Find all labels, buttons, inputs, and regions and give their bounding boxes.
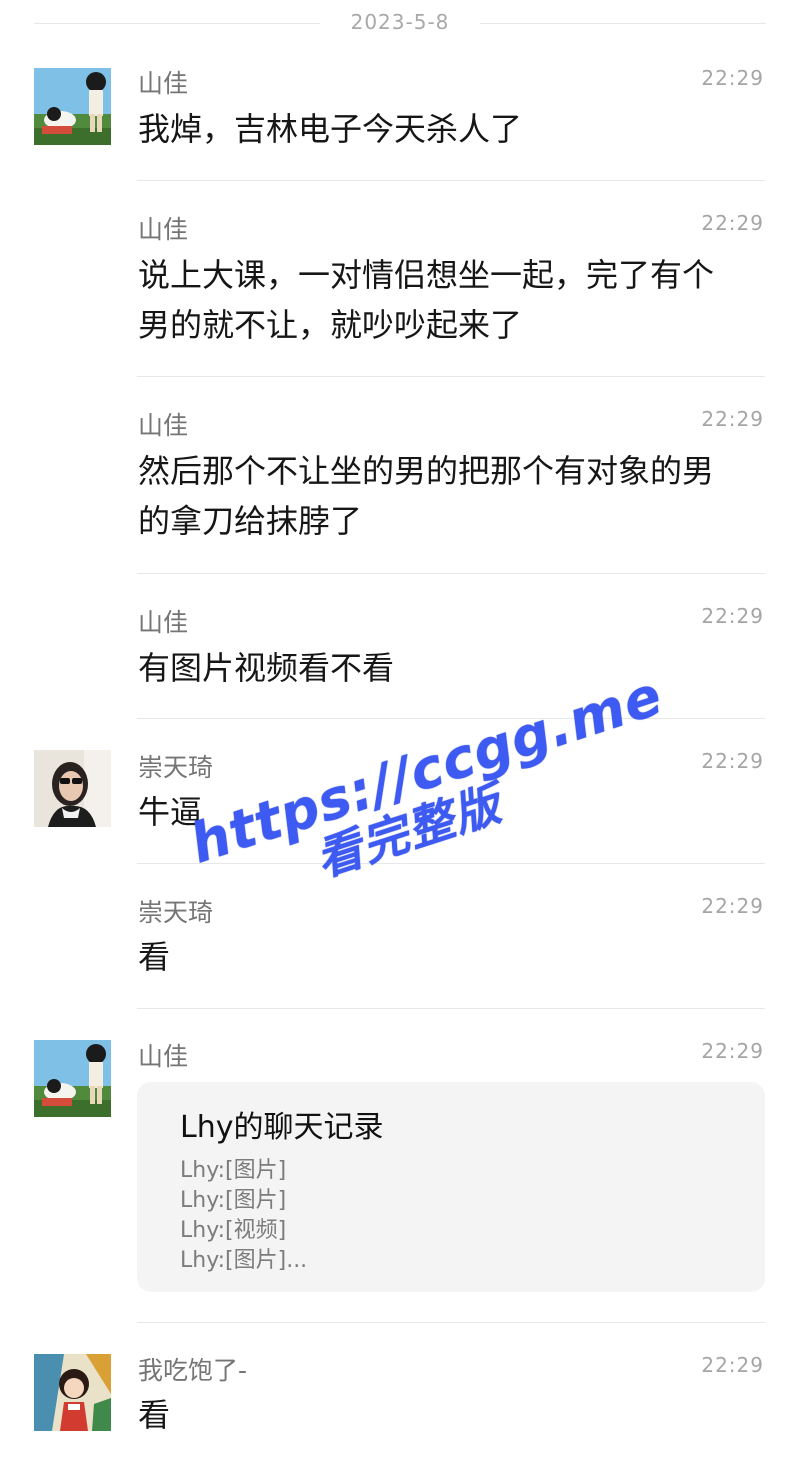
message-time: 22:29	[701, 749, 764, 773]
chat-record-line: Lhy:[图片]	[180, 1188, 287, 1213]
message-line: 看	[138, 938, 171, 976]
sender-name: 山佳	[138, 69, 189, 98]
message-divider	[137, 573, 765, 574]
photo-avatar[interactable]	[34, 750, 111, 827]
message-time: 22:29	[701, 604, 764, 628]
message-line: 说上大课，一对情侣想坐一起，完了有个	[138, 256, 715, 294]
cartoon-girl-avatar[interactable]	[34, 1354, 111, 1431]
message-text: 看	[138, 932, 768, 982]
message-text: 有图片视频看不看	[138, 643, 768, 693]
chat-record-card[interactable]: Lhy的聊天记录 Lhy:[图片] Lhy:[图片] Lhy:[视频] Lhy:…	[137, 1082, 765, 1292]
sender-name: 我吃饱了-	[138, 1356, 248, 1385]
message-line: 男的就不让，就吵吵起来了	[138, 306, 523, 344]
chat-record-line: Lhy:[图片]	[180, 1158, 287, 1183]
date-label: 2023-5-8	[350, 10, 450, 34]
sender-name: 崇天琦	[138, 753, 214, 782]
chat-record-line: Lhy:[图片]...	[180, 1248, 308, 1273]
sender-name: 山佳	[138, 411, 189, 440]
message-line: 牛逼	[138, 793, 203, 831]
message-divider	[137, 180, 765, 181]
anime-avatar[interactable]	[34, 1040, 111, 1117]
message-line: 的拿刀给抹脖了	[138, 502, 363, 540]
sender-name: 山佳	[138, 215, 189, 244]
message-time: 22:29	[701, 894, 764, 918]
anime-avatar[interactable]	[34, 68, 111, 145]
message-divider	[137, 376, 765, 377]
sender-name: 山佳	[138, 1042, 189, 1071]
message-line: 我焯，吉林电子今天杀人了	[138, 110, 523, 148]
message-line: 有图片视频看不看	[138, 649, 395, 687]
message-text: 牛逼	[138, 787, 768, 837]
message-text: 我焯，吉林电子今天杀人了	[138, 104, 768, 154]
sender-name: 崇天琦	[138, 898, 214, 927]
message-divider	[137, 1322, 765, 1323]
message-line: 然后那个不让坐的男的把那个有对象的男	[138, 452, 715, 490]
message-time: 22:29	[701, 66, 764, 90]
message-text: 然后那个不让坐的男的把那个有对象的男 的拿刀给抹脖了	[138, 446, 768, 546]
message-line: 看	[138, 1396, 171, 1434]
message-time: 22:29	[701, 211, 764, 235]
sender-name: 山佳	[138, 608, 189, 637]
date-separator: 2023-5-8	[34, 8, 766, 38]
message-time: 22:29	[701, 1039, 764, 1063]
chat-record-title: Lhy的聊天记录	[180, 1110, 384, 1145]
message-divider	[137, 863, 765, 864]
message-text: 看	[138, 1390, 768, 1440]
message-text: 说上大课，一对情侣想坐一起，完了有个 男的就不让，就吵吵起来了	[138, 250, 768, 350]
message-time: 22:29	[701, 1353, 764, 1377]
date-divider-right	[480, 23, 766, 24]
chat-record-line: Lhy:[视频]	[180, 1218, 287, 1243]
message-divider	[137, 718, 765, 719]
message-divider	[137, 1008, 765, 1009]
message-time: 22:29	[701, 407, 764, 431]
